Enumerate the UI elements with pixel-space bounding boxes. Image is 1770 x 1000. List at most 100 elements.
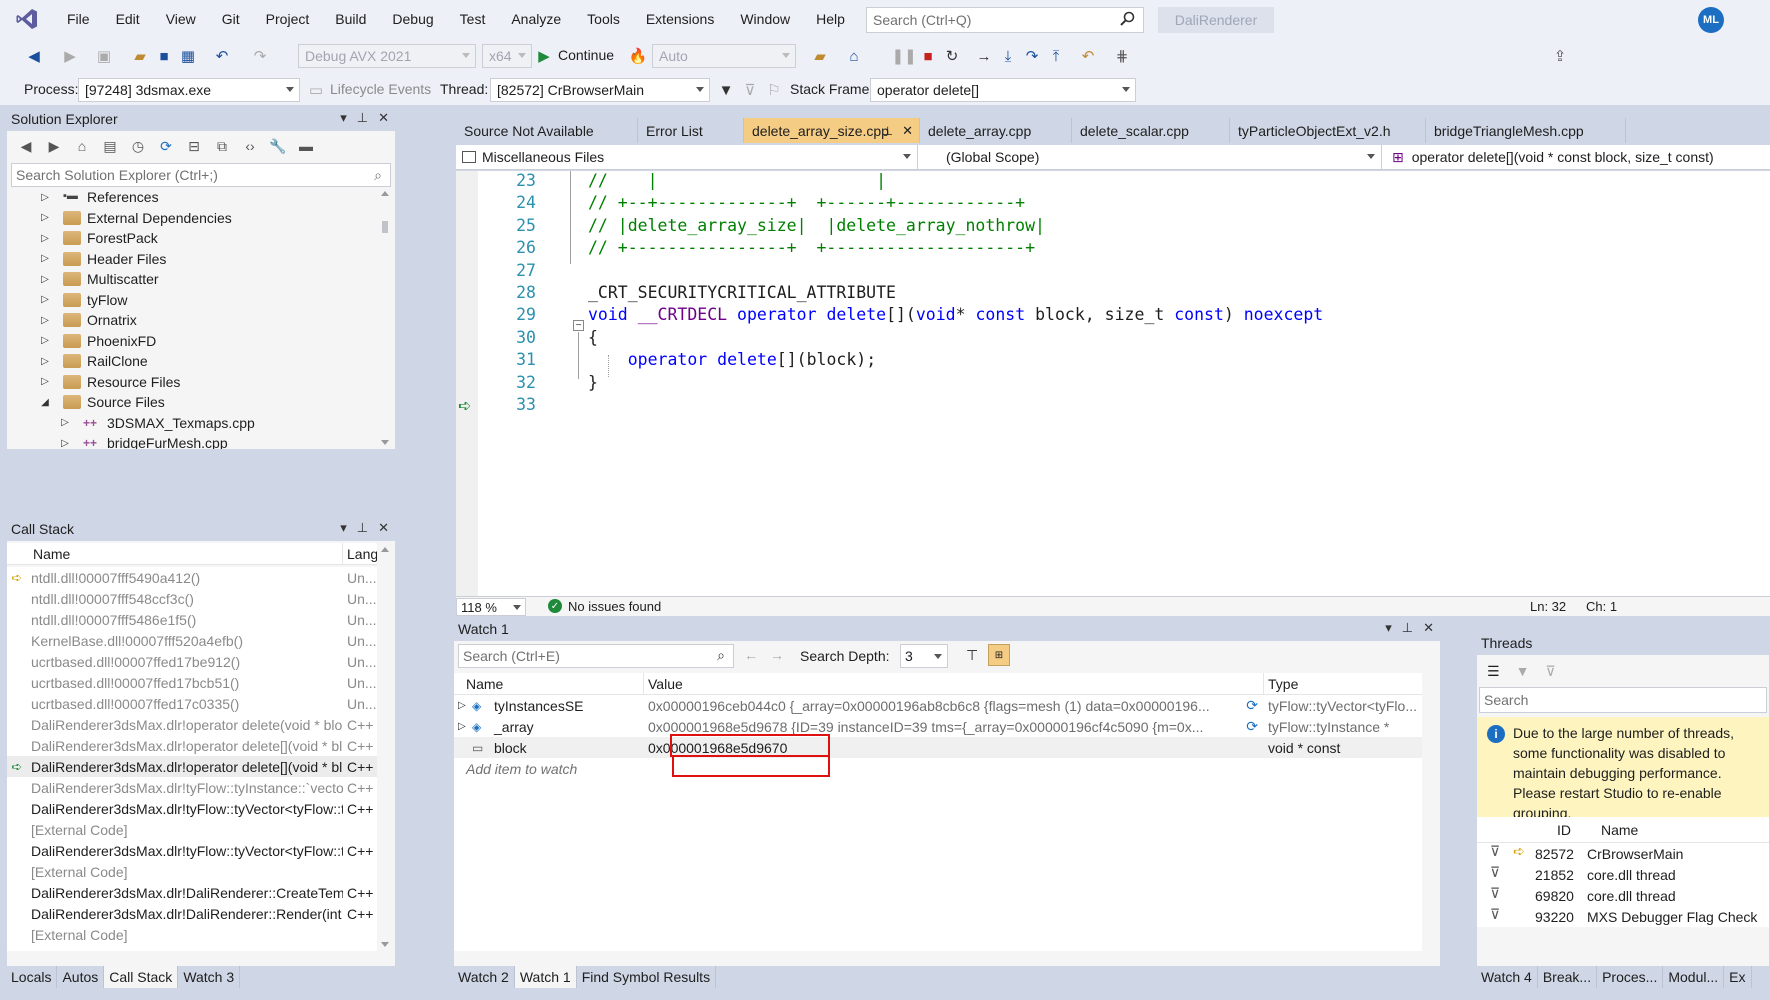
stack-frame-select[interactable]: operator delete[] <box>870 78 1136 102</box>
view-code-icon[interactable]: ‹› <box>239 138 261 154</box>
call-stack-row[interactable]: DaliRenderer3dsMax.dlr!DaliRenderer::Cre… <box>7 882 377 903</box>
group-by-icon[interactable]: ☰ <box>1487 663 1500 680</box>
open-folder-icon[interactable]: ▰ <box>130 46 150 66</box>
call-stack-row[interactable]: ntdll.dll!00007fff548ccf3c() Un... <box>7 588 377 609</box>
tree-item[interactable]: ▷ ++ 3DSMAX_Texmaps.cpp <box>7 413 377 434</box>
global-search-input[interactable]: Search (Ctrl+Q) <box>866 7 1144 33</box>
save-all-icon[interactable]: ▦ <box>178 46 198 66</box>
debug-target-select[interactable]: Auto <box>652 44 796 68</box>
home-icon[interactable]: ⌂ <box>71 138 93 154</box>
call-stack-row[interactable]: DaliRenderer3dsMax.dlr!operator delete[]… <box>7 735 377 756</box>
user-avatar[interactable]: ML <box>1698 7 1724 33</box>
step-into-icon[interactable]: ⤓ <box>998 46 1018 66</box>
filter-disabled-icon[interactable]: ⊽ <box>740 80 760 100</box>
call-stack-row[interactable]: [External Code] <box>7 819 377 840</box>
collapsed-caret-icon[interactable]: ▷ <box>39 294 51 305</box>
browse-folder-icon[interactable]: ▰ <box>810 46 830 66</box>
menu-debug[interactable]: Debug <box>379 11 446 27</box>
pause-icon[interactable]: ❚❚ <box>891 46 916 66</box>
properties-icon[interactable]: 🔧 <box>267 138 289 155</box>
back-icon[interactable]: ◀ <box>24 46 44 66</box>
tree-item[interactable]: ▷ External Dependencies <box>7 208 377 229</box>
tree-item[interactable]: ▷ PhoenixFD <box>7 331 377 352</box>
find-previous-icon[interactable]: ← <box>744 647 758 663</box>
doc-tab[interactable]: delete_array.cpp <box>920 118 1072 143</box>
expand-caret-icon[interactable]: ▷ <box>458 721 472 732</box>
thread-row[interactable]: ⊽ 93220 MXS Debugger Flag Check <box>1477 906 1769 927</box>
tab-modul-[interactable]: Modul... <box>1663 966 1725 988</box>
tab-ex[interactable]: Ex <box>1724 966 1752 988</box>
menu-test[interactable]: Test <box>447 11 499 27</box>
watch-search-input[interactable]: Search (Ctrl+E) ⌕ <box>458 644 734 668</box>
show-next-statement-icon[interactable]: → <box>974 46 994 66</box>
dropdown-icon[interactable]: ▾ <box>1385 620 1392 636</box>
live-share-icon[interactable]: ⇪ <box>1550 46 1570 66</box>
menu-file[interactable]: File <box>54 11 103 27</box>
threads-search-input[interactable]: Search <box>1479 687 1767 713</box>
collapsed-caret-icon[interactable]: ▷ <box>39 212 51 223</box>
tree-item[interactable]: ▷ ForestPack <box>7 228 377 249</box>
close-tab-icon[interactable]: ✕ <box>902 123 913 139</box>
menu-window[interactable]: Window <box>727 11 803 27</box>
tab-autos[interactable]: Autos <box>57 966 105 988</box>
tree-item[interactable]: ▷ RailClone <box>7 351 377 372</box>
doc-tab[interactable]: bridgeTriangleMesh.cpp <box>1426 118 1626 143</box>
collapse-all-icon[interactable]: ⊟ <box>183 138 205 155</box>
stop-icon[interactable]: ■ <box>918 46 938 66</box>
flag-icon[interactable]: ⊽ <box>1477 885 1513 906</box>
collapsed-caret-icon[interactable]: ▷ <box>39 315 51 326</box>
pin-icon[interactable]: ⊥ <box>883 124 893 138</box>
scope-dropdown[interactable]: (Global Scope) <box>920 145 1382 169</box>
close-icon[interactable]: ✕ <box>1423 620 1434 636</box>
collapsed-caret-icon[interactable]: ▷ <box>59 438 71 449</box>
doc-tab[interactable]: delete_array_size.cpp ⊥ ✕ <box>744 118 920 143</box>
menu-edit[interactable]: Edit <box>103 11 153 27</box>
tab-proces-[interactable]: Proces... <box>1597 966 1664 988</box>
tab-watch-1[interactable]: Watch 1 <box>514 966 577 988</box>
find-next-icon[interactable]: → <box>770 647 784 663</box>
tree-item[interactable]: ▷ ▪▬ References <box>7 187 377 208</box>
add-watch-row[interactable]: Add item to watch <box>454 758 1422 779</box>
thread-row[interactable]: ⊽ 69820 core.dll thread <box>1477 885 1769 906</box>
column-header-id[interactable]: ID <box>1477 817 1571 842</box>
call-stack-scrollbar[interactable] <box>377 543 393 951</box>
collapsed-caret-icon[interactable]: ▷ <box>39 335 51 346</box>
continue-button[interactable]: Continue <box>558 47 614 63</box>
flag-icon[interactable]: ⊽ <box>1477 843 1513 864</box>
column-header-value[interactable]: Value <box>644 673 1264 694</box>
collapsed-caret-icon[interactable]: ▷ <box>39 253 51 264</box>
tab-break-[interactable]: Break... <box>1538 966 1598 988</box>
project-dropdown[interactable]: Miscellaneous Files <box>456 145 918 169</box>
unflag-icon[interactable]: ⊽ <box>1545 663 1555 680</box>
tree-item[interactable]: ▷ tyFlow <box>7 290 377 311</box>
call-stack-row[interactable]: DaliRenderer3dsMax.dlr!tyFlow::tyVector<… <box>7 840 377 861</box>
solution-search-input[interactable]: Search Solution Explorer (Ctrl+;) ⌕ <box>11 163 391 187</box>
call-stack-row[interactable]: ntdll.dll!00007fff5486e1f5() Un... <box>7 609 377 630</box>
expand-caret-icon[interactable]: ▷ <box>458 700 472 711</box>
refresh-icon[interactable]: ⟳ <box>1246 697 1258 714</box>
step-back-icon[interactable]: ↶ <box>1078 46 1098 66</box>
tab-find-symbol-results[interactable]: Find Symbol Results <box>577 966 717 988</box>
call-stack-row[interactable]: KernelBase.dll!00007fff520a4efb() Un... <box>7 630 377 651</box>
tab-watch-2[interactable]: Watch 2 <box>453 966 515 988</box>
thread-row[interactable]: ⊽ ➪ 82572 CrBrowserMain <box>1477 843 1769 864</box>
close-icon[interactable]: ✕ <box>378 110 389 126</box>
forward-icon[interactable]: ▶ <box>43 138 65 155</box>
redo-icon[interactable]: ↷ <box>250 46 270 66</box>
back-icon[interactable]: ◀ <box>15 138 37 155</box>
toggle-breakpoints-icon[interactable]: ⋕ <box>1112 46 1132 66</box>
flag-filter-icon[interactable]: ▼ <box>1516 663 1530 679</box>
collapsed-caret-icon[interactable]: ▷ <box>59 417 71 428</box>
search-depth-select[interactable]: 3 <box>900 644 948 668</box>
code-editor[interactable]: ➪ − 23// | | 24// +--+-------------+ +---… <box>456 171 1770 596</box>
column-header-type[interactable]: Type <box>1264 673 1422 694</box>
platform-select[interactable]: x64 <box>482 44 532 68</box>
app-window-icon[interactable]: ⌂ <box>844 46 864 66</box>
call-stack-row[interactable]: ucrtbased.dll!00007ffed17c0335() Un... <box>7 693 377 714</box>
tab-watch-4[interactable]: Watch 4 <box>1476 966 1538 988</box>
hot-reload-icon[interactable]: 🔥 <box>628 46 648 66</box>
watch-scrollbar[interactable] <box>1422 673 1438 951</box>
tab-call-stack[interactable]: Call Stack <box>104 966 179 988</box>
tab-watch-3[interactable]: Watch 3 <box>178 966 241 988</box>
lifecycle-events-button[interactable]: Lifecycle Events <box>330 81 431 97</box>
